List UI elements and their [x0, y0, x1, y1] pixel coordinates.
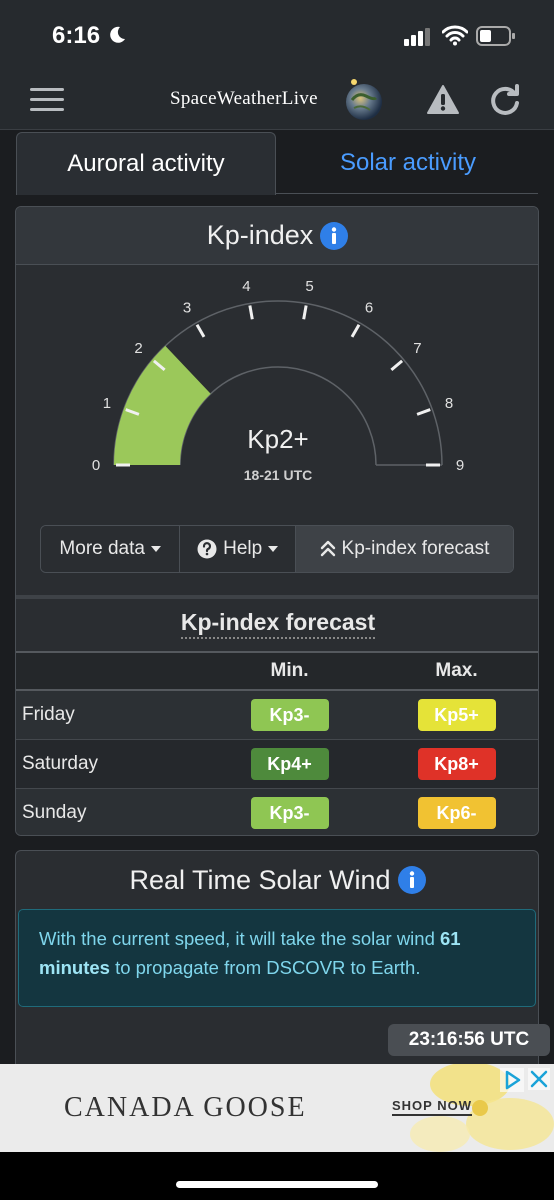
ad-shop-now-link[interactable]: SHOP NOW: [392, 1098, 472, 1116]
alert-prefix: With the current speed, it will take the…: [39, 928, 441, 949]
gauge-tick: [350, 323, 361, 338]
gauge-tick-label: 7: [413, 340, 421, 357]
forecast-header-row: Min. Max.: [16, 651, 538, 691]
table-row: Saturday Kp4+ Kp8+: [16, 739, 538, 789]
logo-text[interactable]: SpaceWeatherLive: [170, 88, 318, 110]
kp-index-card: Kp-index 0 1 2 3 4 5 6 7 8 9 Kp2+ 18-21 UTC More …: [15, 206, 539, 836]
table-row: Sunday Kp3- Kp6-: [16, 788, 538, 835]
forecast-table: Min. Max. Friday Kp3- Kp5+ Saturday Kp4+…: [16, 651, 538, 835]
home-indicator[interactable]: [176, 1181, 378, 1188]
day-label: Sunday: [16, 788, 206, 835]
ad-brand: CANADA GOOSE: [64, 1092, 307, 1123]
adchoices-icon[interactable]: [500, 1068, 524, 1092]
gauge-tick-label: 6: [365, 299, 373, 316]
gauge-tick-label: 4: [242, 278, 250, 295]
status-bar: 6:16: [0, 0, 554, 72]
solar-wind-title: Real Time Solar Wind: [129, 864, 391, 895]
gauge-tick: [416, 408, 431, 416]
chevron-down-icon: [268, 546, 279, 552]
section-divider: [16, 595, 538, 599]
refresh-icon[interactable]: [488, 84, 522, 118]
header-max: Max.: [373, 651, 538, 691]
gauge-tick: [195, 323, 206, 338]
gauge-tick: [390, 359, 404, 372]
warning-alert-icon[interactable]: [426, 84, 460, 116]
gauge-fill: [114, 345, 211, 465]
solar-wind-alert: With the current speed, it will take the…: [18, 909, 536, 1007]
gauge-tick-label: 2: [134, 340, 142, 357]
logo-globe-icon[interactable]: [340, 78, 384, 122]
day-label: Friday: [16, 690, 206, 740]
kp-min-badge: Kp3-: [250, 796, 329, 829]
alert-suffix: to propagate from DSCOVR to Earth.: [109, 957, 421, 978]
help-button[interactable]: Help: [180, 526, 296, 572]
info-icon[interactable]: [319, 221, 349, 251]
kp-forecast-button[interactable]: Kp-index forecast: [295, 526, 513, 572]
more-data-button[interactable]: More data: [41, 526, 181, 572]
kp-forecast-label: Kp-index forecast: [341, 538, 490, 559]
ad-banner[interactable]: CANADA GOOSE SHOP NOW: [0, 1064, 554, 1152]
home-area: [0, 1152, 554, 1200]
moon-icon: [110, 26, 125, 43]
battery-icon: [476, 26, 515, 46]
tab-solar-activity[interactable]: Solar activity: [278, 132, 538, 194]
kp-max-badge: Kp5+: [417, 698, 496, 731]
app-header: SpaceWeatherLive: [0, 72, 554, 130]
gauge-tick: [248, 305, 254, 320]
gauge-tick-label: 1: [103, 395, 111, 412]
forecast-title[interactable]: Kp-index forecast: [16, 609, 538, 639]
kp-gauge: 0 1 2 3 4 5 6 7 8 9 Kp2+ 18-21 UTC: [92, 278, 464, 483]
gauge-tick-label: 0: [92, 457, 100, 474]
tab-auroral-activity[interactable]: Auroral activity: [16, 132, 276, 195]
more-data-label: More data: [59, 538, 145, 559]
kp-min-badge: Kp3-: [250, 698, 329, 731]
help-label: Help: [223, 538, 263, 559]
kp-index-title: Kp-index: [206, 220, 314, 250]
kp-max-badge: Kp6-: [417, 796, 496, 829]
help-circle-icon: [197, 539, 217, 559]
status-time: 6:16: [52, 22, 101, 49]
chevrons-up-icon: [320, 540, 335, 557]
activity-tabs: Auroral activity Solar activity: [16, 132, 538, 195]
close-icon[interactable]: [528, 1068, 550, 1090]
chevron-down-icon: [150, 546, 161, 552]
gauge-tick-label: 8: [445, 395, 453, 412]
utc-time-badge: 23:16:56 UTC: [388, 1024, 550, 1056]
hamburger-menu-icon[interactable]: [30, 86, 66, 114]
kp-min-badge: Kp4+: [250, 747, 329, 780]
gauge-tick: [302, 305, 308, 320]
gauge-tick-label: 3: [183, 299, 191, 316]
forecast-title-text: Kp-index forecast: [180, 609, 376, 639]
info-icon[interactable]: [397, 865, 427, 895]
kp-card-header: Kp-index: [16, 207, 538, 265]
solar-wind-header: Real Time Solar Wind: [16, 851, 538, 909]
day-label: Saturday: [16, 739, 206, 789]
header-min: Min.: [206, 651, 373, 691]
kp-button-group: More data Help Kp-index forecast: [40, 525, 514, 573]
gauge-tick-label: 9: [456, 457, 464, 474]
table-row: Friday Kp3- Kp5+: [16, 690, 538, 740]
wifi-icon: [442, 25, 468, 46]
kp-max-badge: Kp8+: [417, 747, 496, 780]
header-day: [16, 651, 206, 691]
gauge-value-label: Kp2+: [247, 424, 308, 454]
gauge-time-label: 18-21 UTC: [244, 467, 312, 483]
cellular-signal-icon: [404, 28, 430, 46]
gauge-tick-label: 5: [305, 278, 313, 295]
